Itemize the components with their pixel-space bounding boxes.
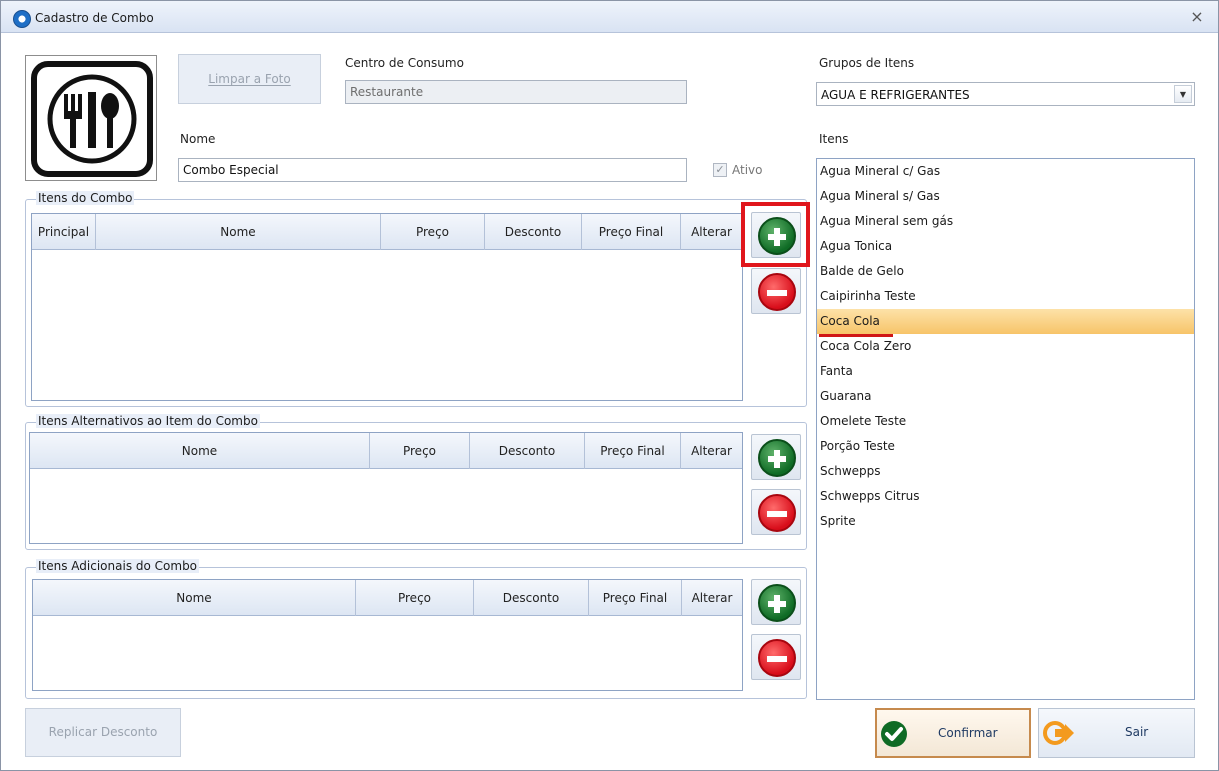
list-item-label: Balde de Gelo	[820, 264, 904, 278]
grupos-value: AGUA E REFRIGERANTES	[821, 88, 970, 102]
list-item-label: Coca Cola	[820, 314, 880, 328]
clear-photo-label: Limpar a Foto	[208, 72, 291, 86]
list-item[interactable]: Guarana	[817, 384, 1194, 409]
combo-photo[interactable]	[25, 55, 157, 181]
chevron-down-icon[interactable]: ▼	[1174, 85, 1192, 103]
list-item-label: Schwepps Citrus	[820, 489, 920, 503]
confirmar-button[interactable]: Confirmar	[875, 708, 1031, 758]
col-alterar[interactable]: Alterar	[681, 214, 742, 250]
list-item-label: Omelete Teste	[820, 414, 907, 428]
ativo-checkbox[interactable]: ✓	[713, 163, 727, 177]
list-item-label: Agua Mineral sem gás	[820, 214, 954, 228]
col-preco[interactable]: Preço	[370, 433, 470, 469]
itens-label: Itens	[819, 132, 849, 146]
list-item[interactable]: Agua Mineral sem gás	[817, 209, 1194, 234]
alternativos-group-title: Itens Alternativos ao Item do Combo	[36, 414, 260, 428]
minus-icon	[758, 273, 796, 311]
adicionais-grid-header: Nome Preço Desconto Preço Final Alterar	[33, 580, 742, 616]
col-preco-final[interactable]: Preço Final	[589, 580, 682, 616]
minus-icon	[758, 639, 796, 677]
list-item[interactable]: Schwepps	[817, 459, 1194, 484]
list-item-label: Caipirinha Teste	[820, 289, 916, 303]
list-item[interactable]: Agua Tonica	[817, 234, 1194, 259]
itens-list[interactable]: Agua Mineral c/ Gas Agua Mineral s/ Gas …	[816, 158, 1195, 700]
remove-combo-item-button[interactable]	[751, 268, 801, 314]
combo-grid[interactable]: Principal Nome Preço Desconto Preço Fina…	[31, 213, 743, 401]
add-combo-item-button[interactable]	[751, 212, 801, 258]
col-alterar[interactable]: Alterar	[682, 580, 742, 616]
alternativos-grid-header: Nome Preço Desconto Preço Final Alterar	[30, 433, 742, 469]
list-item[interactable]: Caipirinha Teste	[817, 284, 1194, 309]
list-item-label: Sprite	[820, 514, 856, 528]
list-item[interactable]: Balde de Gelo	[817, 259, 1194, 284]
confirmar-label: Confirmar	[938, 726, 998, 740]
list-item-label: Fanta	[820, 364, 853, 378]
window-title: Cadastro de Combo	[35, 11, 154, 25]
col-nome[interactable]: Nome	[30, 433, 370, 469]
sair-label: Sair	[1125, 725, 1149, 739]
minus-icon	[758, 494, 796, 532]
app-logo-icon	[13, 10, 31, 28]
list-item-label: Agua Mineral c/ Gas	[820, 164, 941, 178]
remove-alternativo-button[interactable]	[751, 489, 801, 535]
list-item[interactable]: Agua Mineral s/ Gas	[817, 184, 1194, 209]
centro-label: Centro de Consumo	[345, 56, 464, 70]
remove-adicional-button[interactable]	[751, 634, 801, 680]
title-bar: Cadastro de Combo ×	[1, 1, 1218, 33]
clear-photo-button[interactable]: Limpar a Foto	[178, 54, 321, 104]
alternativos-grid[interactable]: Nome Preço Desconto Preço Final Alterar	[29, 432, 743, 544]
list-item[interactable]: Omelete Teste	[817, 409, 1194, 434]
combo-dialog: Cadastro de Combo × Limpar a Foto Centro…	[0, 0, 1219, 771]
list-item[interactable]: Schwepps Citrus	[817, 484, 1194, 509]
ativo-label: Ativo	[732, 163, 763, 177]
adicionais-grid[interactable]: Nome Preço Desconto Preço Final Alterar	[32, 579, 743, 691]
combo-group-title: Itens do Combo	[36, 191, 135, 205]
cutlery-icon	[31, 61, 153, 177]
col-preco[interactable]: Preço	[381, 214, 485, 250]
add-alternativo-button[interactable]	[751, 434, 801, 480]
col-desconto[interactable]: Desconto	[474, 580, 589, 616]
col-alterar[interactable]: Alterar	[681, 433, 742, 469]
add-adicional-button[interactable]	[751, 579, 801, 625]
list-item-label: Agua Mineral s/ Gas	[820, 189, 940, 203]
plus-icon	[758, 439, 796, 477]
plus-icon	[758, 584, 796, 622]
plus-icon	[758, 217, 796, 255]
col-nome[interactable]: Nome	[96, 214, 381, 250]
col-desconto[interactable]: Desconto	[485, 214, 582, 250]
replicar-desconto-button[interactable]: Replicar Desconto	[25, 708, 181, 757]
adicionais-group-title: Itens Adicionais do Combo	[36, 559, 200, 573]
sair-button[interactable]: Sair	[1038, 708, 1195, 758]
list-item-selected[interactable]: Coca Cola	[817, 309, 1194, 337]
col-preco-final[interactable]: Preço Final	[585, 433, 681, 469]
col-nome[interactable]: Nome	[33, 580, 356, 616]
grupos-dropdown[interactable]: AGUA E REFRIGERANTES ▼	[816, 82, 1195, 106]
exit-icon	[1043, 721, 1074, 745]
list-item-label: Agua Tonica	[820, 239, 893, 253]
check-icon	[881, 721, 907, 747]
nome-label: Nome	[180, 132, 216, 146]
close-button[interactable]: ×	[1188, 8, 1206, 26]
list-item-label: Schwepps	[820, 464, 881, 478]
col-preco-final[interactable]: Preço Final	[582, 214, 681, 250]
grupos-label: Grupos de Itens	[819, 56, 915, 70]
col-principal[interactable]: Principal	[32, 214, 96, 250]
list-item[interactable]: Porção Teste	[817, 434, 1194, 459]
list-item[interactable]: Coca Cola Zero	[817, 334, 1194, 359]
centro-field[interactable]: Restaurante	[345, 80, 687, 104]
nome-field[interactable]: Combo Especial	[178, 158, 687, 182]
list-item-label: Guarana	[820, 389, 872, 403]
combo-grid-header: Principal Nome Preço Desconto Preço Fina…	[32, 214, 742, 250]
list-item[interactable]: Fanta	[817, 359, 1194, 384]
list-item[interactable]: Sprite	[817, 509, 1194, 534]
col-preco[interactable]: Preço	[356, 580, 474, 616]
col-desconto[interactable]: Desconto	[470, 433, 585, 469]
list-item-label: Porção Teste	[820, 439, 895, 453]
list-item[interactable]: Agua Mineral c/ Gas	[817, 159, 1194, 184]
list-item-label: Coca Cola Zero	[820, 339, 912, 353]
